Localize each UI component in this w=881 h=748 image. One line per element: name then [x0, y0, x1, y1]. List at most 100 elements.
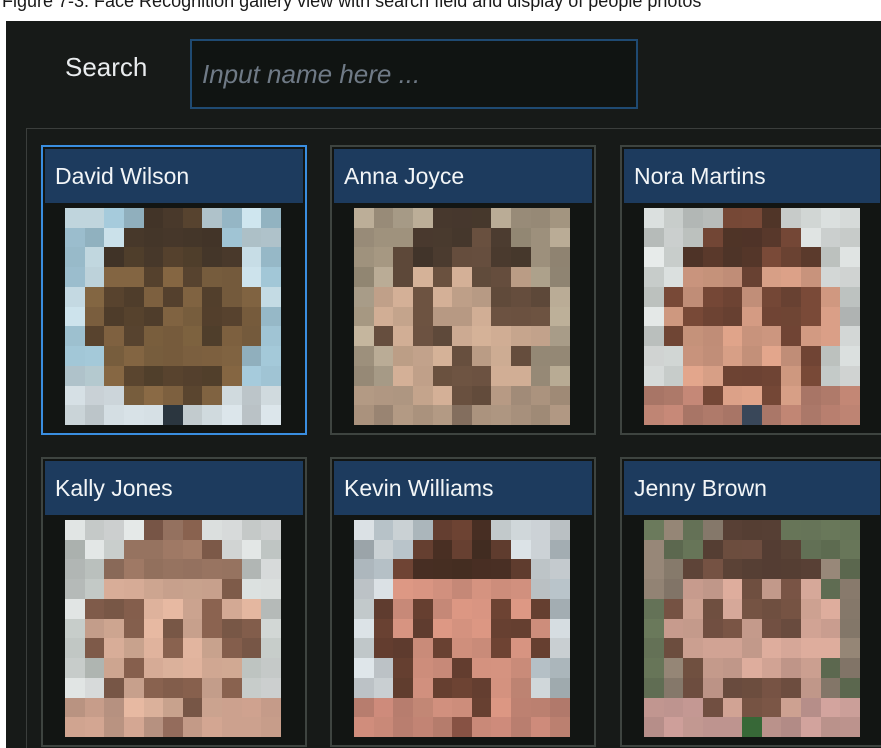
face-mosaic-tile [182, 227, 203, 248]
face-mosaic-tile [222, 267, 242, 287]
face-mosaic-tile [683, 306, 703, 327]
search-input[interactable] [190, 39, 638, 109]
face-mosaic-tile [722, 638, 743, 659]
face-mosaic-tile [84, 365, 105, 386]
face-mosaic-tile [781, 405, 802, 425]
face-mosaic-tile [261, 579, 281, 599]
face-mosaic-tile [182, 520, 203, 540]
face-mosaic-tile [373, 247, 394, 268]
face-mosaic-tile [801, 598, 821, 619]
face-mosaic-tile [530, 306, 551, 327]
face-mosaic-tile [722, 717, 743, 737]
face-mosaic-tile [722, 520, 743, 540]
face-mosaic-tile [373, 385, 394, 406]
face-mosaic-tile [123, 306, 144, 327]
face-mosaic-tile [452, 697, 472, 718]
face-mosaic-tile [393, 346, 413, 366]
face-mosaic-tile [84, 346, 105, 366]
face-mosaic-tile [820, 579, 841, 599]
face-mosaic-tile [182, 598, 203, 619]
face-mosaic-tile [412, 247, 433, 268]
face-mosaic-tile [104, 520, 124, 540]
face-mosaic-tile [373, 405, 394, 425]
face-mosaic-tile [393, 677, 413, 698]
face-mosaic-tile [742, 286, 762, 307]
face-mosaic-tile [801, 267, 821, 287]
face-mosaic-tile [261, 346, 281, 366]
face-mosaic-tile [702, 306, 723, 327]
face-mosaic-tile [84, 306, 105, 327]
face-mosaic-tile [373, 267, 394, 287]
face-mosaic-tile [222, 539, 242, 560]
face-mosaic-tile [241, 638, 262, 659]
face-mosaic-tile [702, 227, 723, 248]
face-mosaic-tile [511, 677, 531, 698]
face-mosaic-tile [123, 579, 144, 599]
face-mosaic-tile [163, 717, 183, 737]
face-mosaic-tile [202, 385, 223, 406]
face-mosaic-tile [182, 385, 203, 406]
face-mosaic-tile [644, 247, 664, 268]
face-mosaic-tile [722, 697, 743, 718]
face-mosaic-tile [663, 697, 684, 718]
person-card-nora-martins[interactable]: Nora Martins [620, 145, 881, 435]
face-mosaic-tile [820, 227, 841, 248]
person-name: Nora Martins [624, 149, 880, 203]
face-mosaic-tile [202, 697, 223, 718]
face-mosaic-tile [491, 579, 512, 599]
face-mosaic-tile [683, 385, 703, 406]
face-mosaic-tile [261, 247, 281, 268]
face-mosaic-tile [354, 598, 374, 619]
person-name: Anna Joyce [334, 149, 592, 203]
person-card-jenny-brown[interactable]: Jenny Brown [620, 457, 881, 747]
face-mosaic-tile [432, 227, 453, 248]
face-mosaic-tile [241, 385, 262, 406]
face-mosaic-tile [354, 579, 374, 599]
face-mosaic-tile [550, 598, 570, 619]
face-mosaic-tile [241, 365, 262, 386]
face-mosaic-tile [530, 286, 551, 307]
face-mosaic-tile [702, 598, 723, 619]
face-mosaic-tile [761, 227, 782, 248]
face-mosaic-tile [432, 405, 453, 425]
face-mosaic-tile [530, 697, 551, 718]
face-mosaic-tile [801, 405, 821, 425]
face-mosaic-tile [452, 267, 472, 287]
face-mosaic-tile [550, 405, 570, 425]
face-mosaic-tile [354, 267, 374, 287]
face-mosaic-tile [393, 306, 413, 327]
face-mosaic-tile [143, 697, 164, 718]
face-mosaic-tile [550, 658, 570, 678]
face-mosaic-tile [801, 247, 821, 268]
face-mosaic-tile [123, 227, 144, 248]
face-mosaic-tile [432, 520, 453, 540]
face-mosaic-tile [840, 717, 860, 737]
face-mosaic-tile [530, 247, 551, 268]
face-mosaic-tile [840, 306, 860, 327]
face-mosaic-tile [722, 267, 743, 287]
person-card-kally-jones[interactable]: Kally Jones [41, 457, 307, 747]
face-mosaic-tile [683, 638, 703, 659]
face-mosaic-tile [820, 520, 841, 540]
person-card-kevin-williams[interactable]: Kevin Williams [330, 457, 596, 747]
face-mosaic-tile [761, 520, 782, 540]
face-mosaic-tile [491, 346, 512, 366]
face-mosaic-tile [84, 579, 105, 599]
face-mosaic-tile [412, 638, 433, 659]
face-mosaic-tile [354, 326, 374, 347]
face-mosaic-tile [143, 579, 164, 599]
face-mosaic-tile [354, 286, 374, 307]
face-mosaic-tile [373, 365, 394, 386]
face-mosaic-tile [202, 559, 223, 580]
face-mosaic-tile [840, 286, 860, 307]
face-mosaic-tile [702, 539, 723, 560]
face-mosaic-tile [702, 677, 723, 698]
face-mosaic-tile [163, 346, 183, 366]
person-card-david-wilson[interactable]: David Wilson [41, 145, 307, 435]
face-mosaic-tile [761, 677, 782, 698]
face-mosaic-tile [84, 385, 105, 406]
face-mosaic-tile [530, 618, 551, 639]
face-mosaic-tile [432, 286, 453, 307]
person-card-anna-joyce[interactable]: Anna Joyce [330, 145, 596, 435]
face-mosaic-tile [143, 598, 164, 619]
